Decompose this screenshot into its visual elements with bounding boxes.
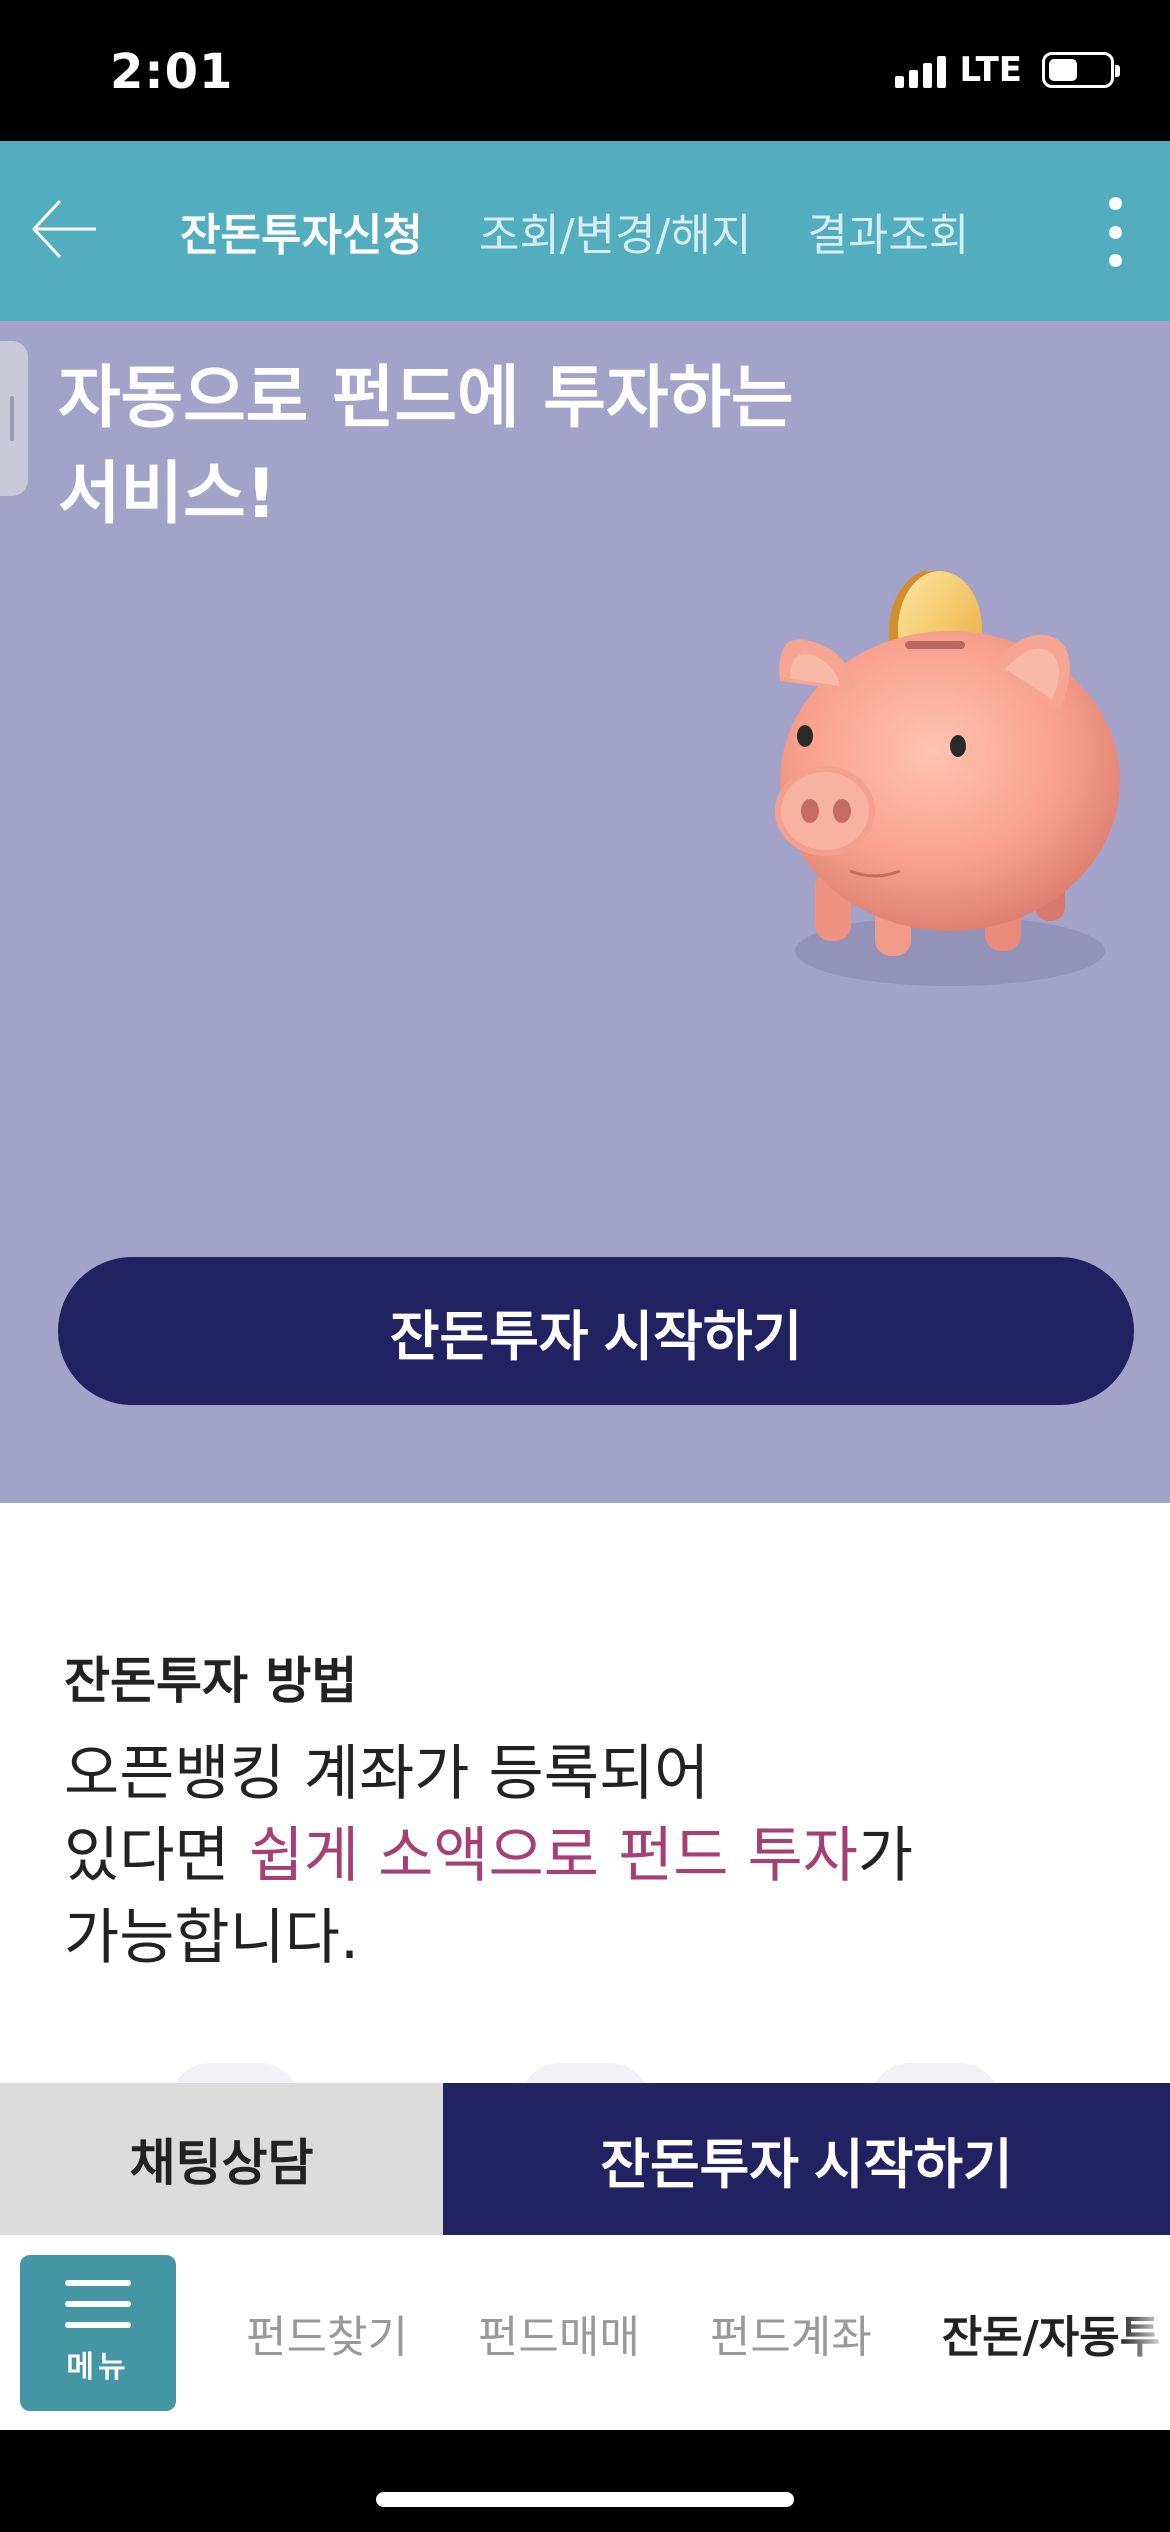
info-heading: 잔돈투자 방법 — [64, 1652, 358, 1710]
action-bar: 채팅상담 잔돈투자 시작하기 — [0, 2083, 1170, 2235]
menu-label: 메뉴 — [66, 2350, 130, 2385]
home-indicator[interactable] — [376, 2492, 794, 2507]
piggy-bank-illustration — [775, 571, 1120, 986]
status-bar: 2:01 LTE — [0, 0, 1170, 141]
battery-icon — [1042, 52, 1120, 88]
hero-banner: 자동으로 펀드에 투자하는 서비스! 잔돈투자 시작하기 — [0, 321, 1170, 1503]
hero-start-button[interactable]: 잔돈투자 시작하기 — [58, 1257, 1134, 1405]
tab-result-inquiry[interactable]: 결과조회 — [807, 199, 969, 263]
top-nav: 잔돈투자신청 조회/변경/해지 결과조회 — [0, 141, 1170, 321]
network-type: LTE — [959, 50, 1022, 90]
hero-title-line2: 서비스! — [58, 455, 277, 534]
signal-icon — [894, 52, 946, 88]
status-time: 2:01 — [110, 44, 234, 100]
info-body-highlight: 쉽게 소액으로 펀드 투자 — [248, 1821, 858, 1891]
more-vertical-icon[interactable] — [1100, 197, 1130, 267]
menu-button[interactable]: 메뉴 — [20, 2255, 176, 2411]
nav-tabs: 잔돈투자신청 조회/변경/해지 결과조회 — [180, 141, 969, 321]
hero-title: 자동으로 펀드에 투자하는 서비스! — [58, 351, 794, 543]
bottom-nav-find-fund[interactable]: 펀드찾기 — [246, 2301, 408, 2365]
back-arrow-icon[interactable] — [28, 193, 100, 265]
status-icons: LTE — [894, 50, 1120, 90]
bottom-nav-fund-trade[interactable]: 펀드매매 — [478, 2301, 640, 2365]
bottom-nav-fund-account[interactable]: 펀드계좌 — [710, 2301, 872, 2365]
info-body-line2: 있다면 쉽게 소액으로 펀드 투자가 — [64, 1815, 1114, 1897]
info-body: 오픈뱅킹 계좌가 등록되어 있다면 쉽게 소액으로 펀드 투자가 가능합니다. — [64, 1733, 1114, 1979]
side-drawer-handle[interactable] — [0, 341, 28, 496]
info-body-line2-post: 가 — [857, 1821, 914, 1891]
hamburger-icon — [65, 2280, 131, 2328]
hero-title-line1: 자동으로 펀드에 투자하는 — [58, 359, 794, 438]
home-indicator-area — [0, 2430, 1170, 2532]
info-body-line2-pre: 있다면 — [64, 1821, 249, 1891]
chat-consult-button[interactable]: 채팅상담 — [0, 2083, 443, 2235]
app-screen: 2:01 LTE 잔돈투자신청 조회/변경/해지 결과조회 자동으로 펀드에 투… — [0, 0, 1170, 2532]
decorative-bubbles — [0, 2063, 1170, 2103]
info-body-line3: 가능합니다. — [64, 1903, 360, 1973]
tab-balance-invest-apply[interactable]: 잔돈투자신청 — [180, 199, 423, 263]
bottom-nav-fade — [1120, 2235, 1170, 2430]
bottom-nav: 메뉴 펀드찾기 펀드매매 펀드계좌 잔돈/자동투 — [0, 2235, 1170, 2430]
info-body-line1: 오픈뱅킹 계좌가 등록되어 — [64, 1739, 710, 1809]
info-section: 잔돈투자 방법 오픈뱅킹 계좌가 등록되어 있다면 쉽게 소액으로 펀드 투자가… — [0, 1503, 1170, 2103]
start-balance-invest-button[interactable]: 잔돈투자 시작하기 — [443, 2083, 1170, 2235]
bottom-nav-items: 펀드찾기 펀드매매 펀드계좌 잔돈/자동투 — [246, 2235, 1160, 2430]
tab-inquiry-change-cancel[interactable]: 조회/변경/해지 — [479, 199, 752, 263]
